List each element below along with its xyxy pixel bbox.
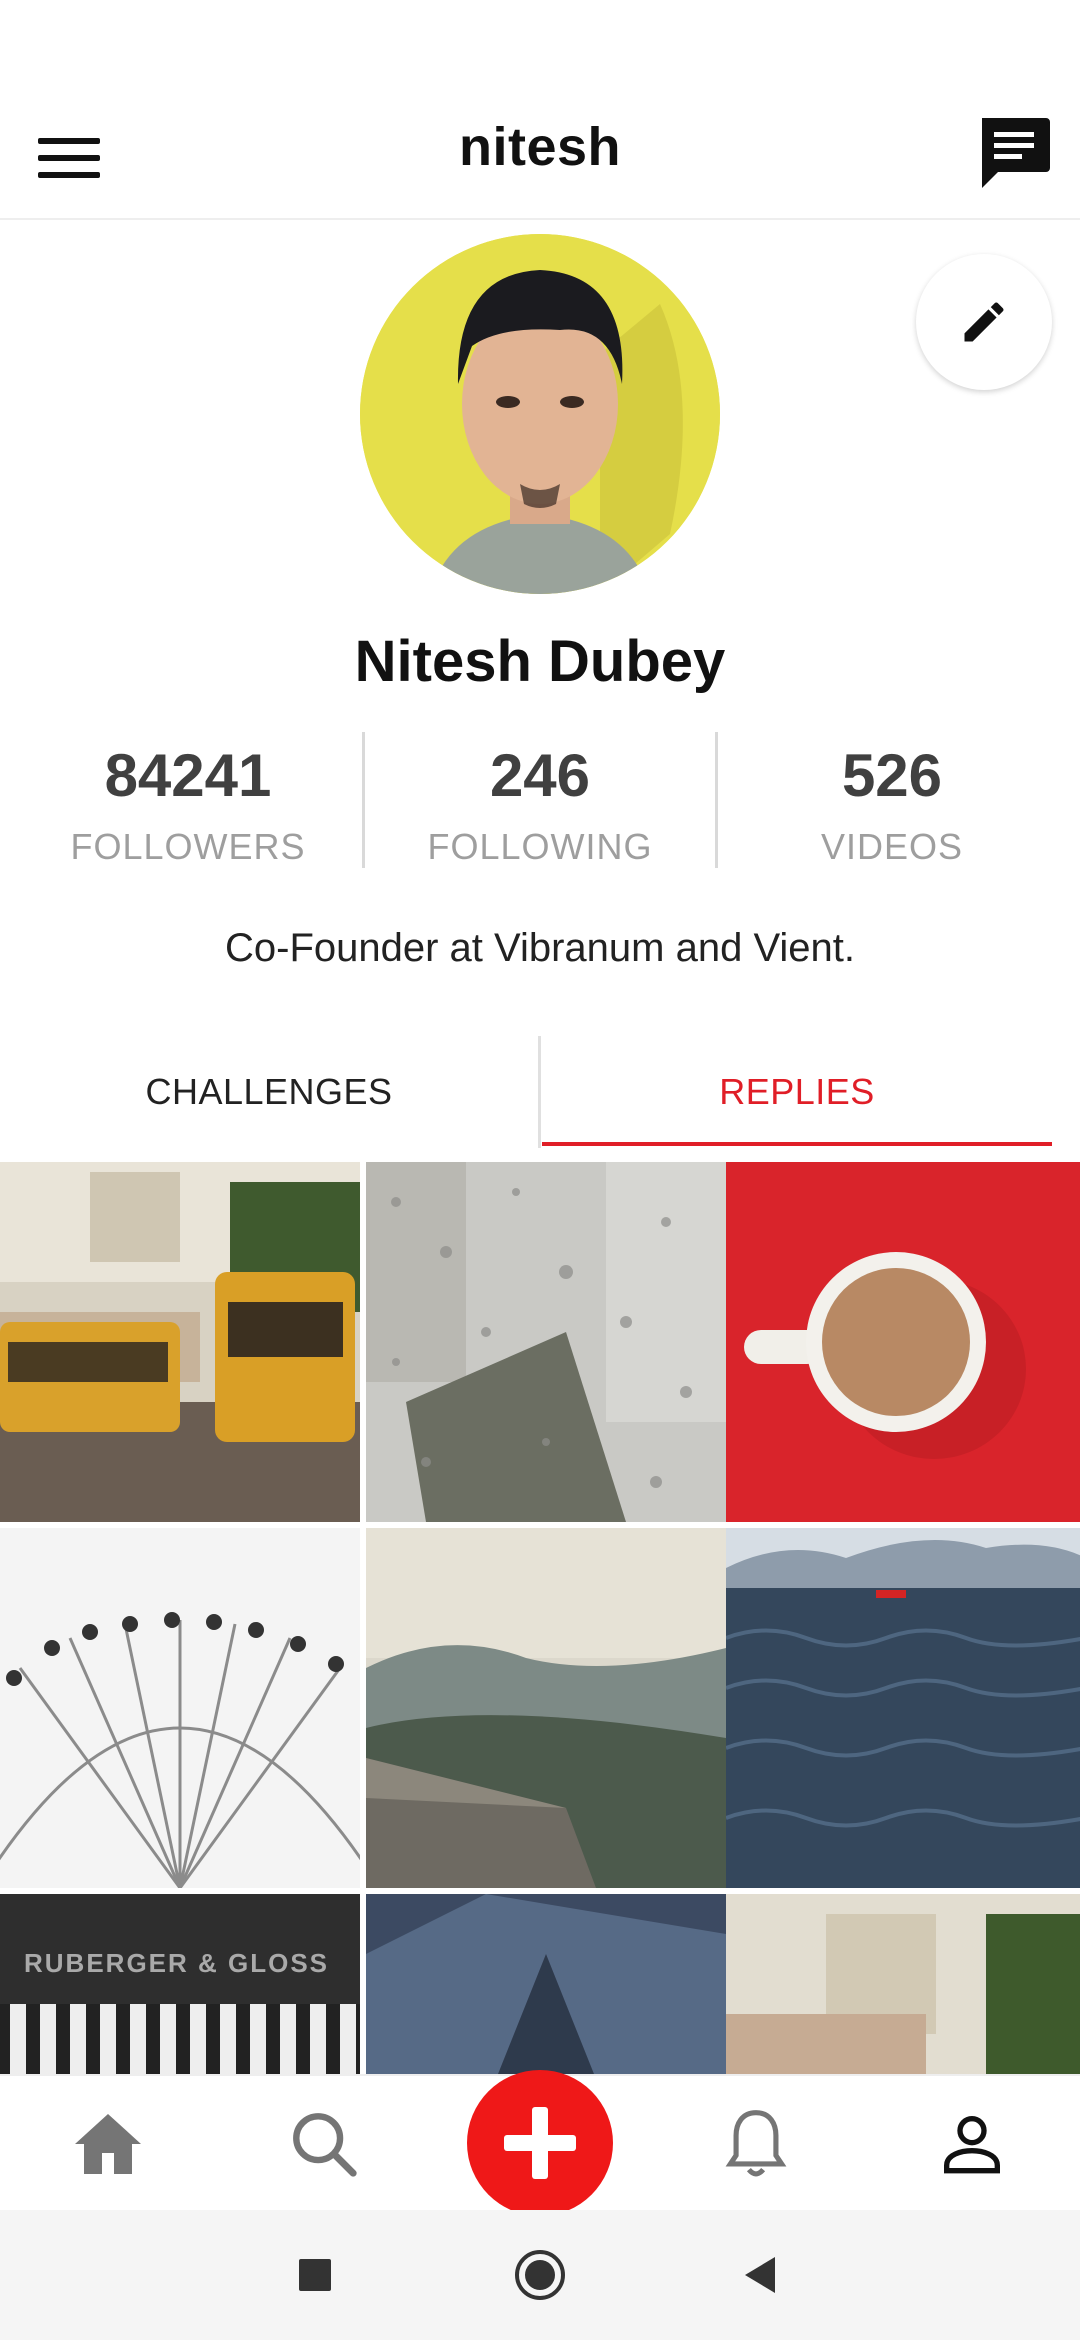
grid-item-trams[interactable]: [0, 1162, 360, 1522]
search-icon[interactable]: [254, 2076, 394, 2212]
grid-item-raindrops[interactable]: [366, 1162, 726, 1522]
stat-label: VIDEOS: [820, 826, 964, 867]
grid-item-piano[interactable]: RUBERGER & GLOSS: [0, 1894, 360, 2074]
grid-item-rocks[interactable]: [366, 1894, 726, 2074]
profile-name: Nitesh Dubey: [354, 629, 726, 694]
stat-value: 246: [489, 742, 591, 809]
active-tab-indicator: [542, 1142, 1052, 1146]
tab-replies[interactable]: REPLIES: [542, 1036, 1052, 1148]
grid-item-mountain[interactable]: [366, 1528, 726, 1888]
grid-item-ferris-wheel[interactable]: [0, 1528, 360, 1888]
avatar: [360, 234, 720, 594]
tab-divider: [538, 1036, 541, 1148]
stat-value: 526: [841, 742, 943, 809]
add-icon[interactable]: [467, 2070, 613, 2216]
video-grid: RUBERGER & GLOSS: [0, 1162, 1080, 2074]
stat-label: FOLLOWING: [427, 826, 653, 867]
bell-icon[interactable]: [686, 2076, 826, 2212]
chat-message-icon[interactable]: [976, 114, 1052, 194]
profile-tabs: CHALLENGES REPLIES: [0, 1036, 1080, 1148]
profile-bio: Co-Founder at Vibranum and Vient.: [224, 926, 856, 970]
stat-value: 84241: [104, 742, 272, 809]
stat-following[interactable]: 246 FOLLOWING: [364, 730, 716, 872]
grid-item-church-trams[interactable]: [726, 1894, 1080, 2074]
grid-item-piano-brand: RUBERGER & GLOSS: [24, 1948, 329, 1978]
stat-label: FOLLOWERS: [70, 826, 306, 867]
app-bar: nitesh: [0, 96, 1080, 220]
tab-challenges[interactable]: CHALLENGES: [0, 1036, 538, 1148]
grid-item-sea[interactable]: [726, 1528, 1080, 1888]
back-icon[interactable]: [726, 2240, 796, 2310]
home-icon[interactable]: [38, 2076, 178, 2212]
grid-item-coffee[interactable]: [726, 1162, 1080, 1522]
stat-followers[interactable]: 84241 FOLLOWERS: [12, 730, 364, 872]
system-navigation-bar: [0, 2210, 1080, 2340]
stat-videos[interactable]: 526 VIDEOS: [716, 730, 1068, 872]
profile-stats: 84241 FOLLOWERS 246 FOLLOWING 526 VIDEOS: [0, 730, 1080, 870]
page-title: nitesh: [458, 117, 622, 177]
recents-icon[interactable]: [280, 2240, 350, 2310]
home-system-icon[interactable]: [505, 2240, 575, 2310]
pencil-icon[interactable]: [916, 254, 1052, 390]
profile-icon[interactable]: [902, 2076, 1042, 2212]
status-bar: [0, 0, 1080, 96]
